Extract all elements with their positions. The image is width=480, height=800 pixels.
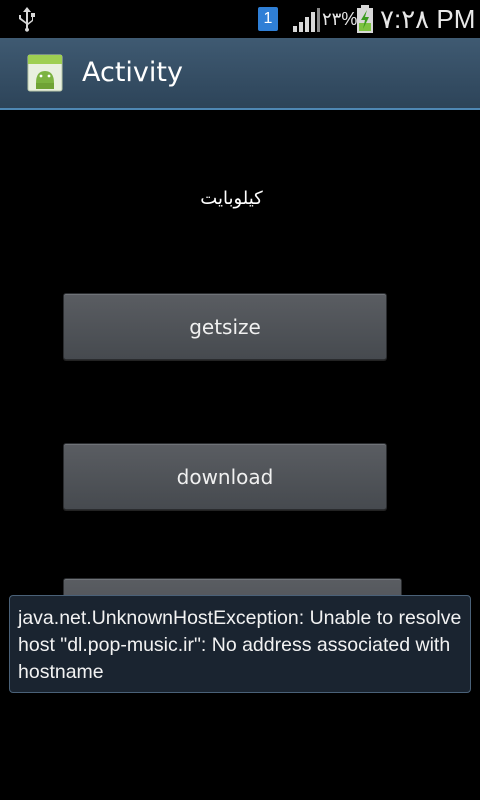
battery-charging-icon: [357, 5, 373, 33]
action-bar: Activity: [0, 38, 480, 110]
app-title: Activity: [82, 57, 183, 88]
getsize-button[interactable]: getsize: [63, 293, 387, 360]
size-label: کیلوبایت: [200, 188, 263, 209]
usb-icon: [19, 7, 35, 32]
status-bar: 1 ٢٣% ٧:٢٨ PM: [0, 0, 480, 38]
android-app-icon: [27, 54, 63, 92]
notification-icon: 1: [258, 7, 278, 31]
notification-badge: 1: [263, 10, 273, 27]
download-button[interactable]: download: [63, 443, 387, 510]
screen: 1 ٢٣% ٧:٢٨ PM Activity کیلوبایت getsize …: [0, 0, 480, 800]
battery-percent: ٢٣%: [322, 9, 358, 29]
status-clock: ٧:٢٨ PM: [380, 4, 476, 34]
signal-icon: [293, 8, 320, 32]
error-toast: java.net.UnknownHostException: Unable to…: [9, 595, 471, 693]
